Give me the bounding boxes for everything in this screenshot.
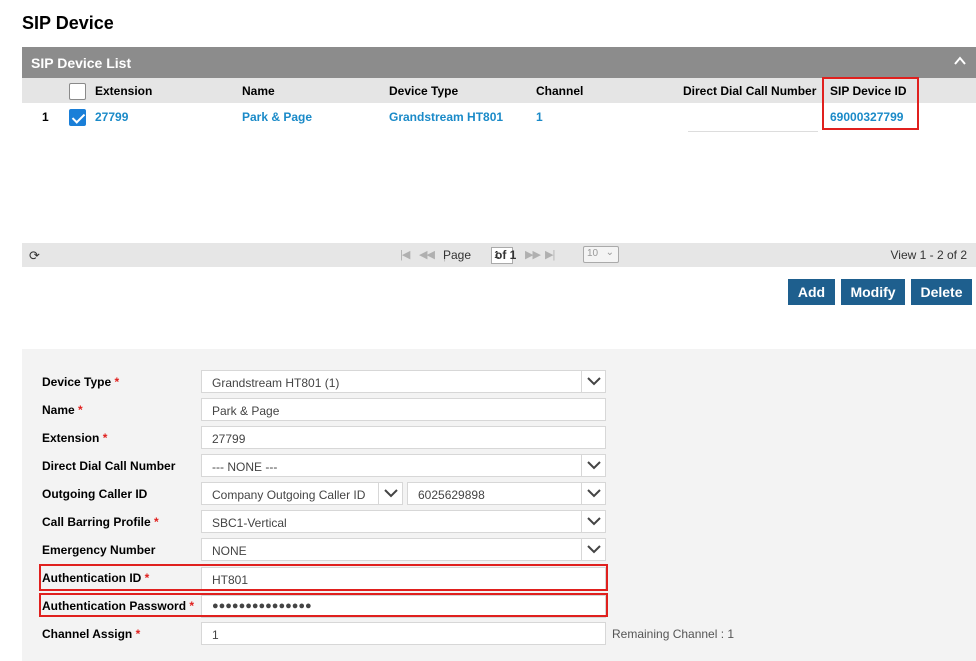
channel-assign-field[interactable]: 1 bbox=[201, 622, 606, 645]
col-direct-dial[interactable]: Direct Dial Call Number bbox=[683, 84, 816, 98]
chevron-down-icon bbox=[581, 455, 605, 476]
remaining-channel-text: Remaining Channel : 1 bbox=[612, 627, 735, 641]
page-title: SIP Device bbox=[22, 13, 114, 33]
page-count: of 1 bbox=[495, 248, 517, 262]
emergency-number-select[interactable]: NONE bbox=[201, 538, 606, 561]
cell-extension[interactable]: 27799 bbox=[95, 110, 128, 124]
cell-name[interactable]: Park & Page bbox=[242, 110, 312, 124]
col-device-type[interactable]: Device Type bbox=[389, 84, 458, 98]
prev-page-icon[interactable]: ◀◀ bbox=[419, 248, 435, 261]
page-label: Page bbox=[443, 248, 472, 262]
device-type-select[interactable]: Grandstream HT801 (1) bbox=[201, 370, 606, 393]
refresh-icon[interactable]: ⟳ bbox=[29, 248, 40, 264]
grid-titlebar: SIP Device List bbox=[22, 47, 976, 78]
emergency-number-label: Emergency Number bbox=[42, 543, 156, 557]
modify-button[interactable]: Modify bbox=[841, 279, 905, 305]
rows-per-page-select[interactable]: 10 ⌄ bbox=[583, 246, 619, 263]
device-type-value: Grandstream HT801 (1) bbox=[212, 376, 340, 390]
call-barring-value: SBC1-Vertical bbox=[212, 516, 287, 530]
auth-id-highlight bbox=[39, 564, 608, 591]
col-extension[interactable]: Extension bbox=[95, 84, 152, 98]
row-checkbox[interactable] bbox=[69, 109, 86, 126]
outgoing-caller-id-type-value: Company Outgoing Caller ID bbox=[212, 488, 366, 502]
first-page-icon[interactable]: |◀ bbox=[400, 248, 410, 261]
sip-device-id-highlight bbox=[822, 77, 919, 130]
col-channel[interactable]: Channel bbox=[536, 84, 583, 98]
select-all-checkbox[interactable] bbox=[69, 83, 86, 100]
chevron-down-icon: ⌄ bbox=[605, 247, 614, 258]
cell-channel[interactable]: 1 bbox=[536, 110, 543, 124]
extension-value: 27799 bbox=[212, 432, 246, 446]
chevron-down-icon bbox=[581, 483, 605, 504]
channel-assign-value: 1 bbox=[212, 628, 219, 642]
cell-device-type[interactable]: Grandstream HT801 bbox=[389, 110, 503, 124]
direct-dial-label: Direct Dial Call Number bbox=[42, 459, 176, 473]
grid-pager: ⟳ |◀ ◀◀ | Page of 1 ▶▶ ▶| 10 ⌄ View 1 - … bbox=[22, 243, 976, 267]
row-divider bbox=[688, 131, 818, 132]
col-name[interactable]: Name bbox=[242, 84, 275, 98]
name-field[interactable]: Park & Page bbox=[201, 398, 606, 421]
chevron-up-icon[interactable] bbox=[954, 55, 966, 67]
grid-title: SIP Device List bbox=[31, 55, 132, 71]
add-button[interactable]: Add bbox=[788, 279, 835, 305]
name-value: Park & Page bbox=[212, 404, 280, 418]
extension-field[interactable]: 27799 bbox=[201, 426, 606, 449]
next-page-icon[interactable]: ▶▶ bbox=[525, 248, 541, 261]
extension-label: Extension * bbox=[42, 431, 108, 445]
last-page-icon[interactable]: ▶| bbox=[545, 248, 555, 261]
chevron-down-icon bbox=[581, 511, 605, 532]
device-type-label: Device Type * bbox=[42, 375, 120, 389]
direct-dial-value: --- NONE --- bbox=[212, 460, 278, 474]
view-records-text: View 1 - 2 of 2 bbox=[890, 248, 968, 262]
outgoing-caller-id-number-select[interactable]: 6025629898 bbox=[407, 482, 606, 505]
row-index: 1 bbox=[42, 110, 49, 124]
chevron-down-icon bbox=[581, 371, 605, 392]
call-barring-label: Call Barring Profile * bbox=[42, 515, 159, 529]
auth-password-highlight bbox=[39, 593, 608, 617]
outgoing-caller-id-type-select[interactable]: Company Outgoing Caller ID bbox=[201, 482, 403, 505]
rows-per-page-value: 10 bbox=[587, 248, 599, 259]
direct-dial-select[interactable]: --- NONE --- bbox=[201, 454, 606, 477]
emergency-number-value: NONE bbox=[212, 544, 247, 558]
call-barring-select[interactable]: SBC1-Vertical bbox=[201, 510, 606, 533]
outgoing-caller-id-label: Outgoing Caller ID bbox=[42, 487, 148, 501]
name-label: Name * bbox=[42, 403, 83, 417]
delete-button[interactable]: Delete bbox=[911, 279, 972, 305]
outgoing-caller-id-number-value: 6025629898 bbox=[418, 488, 485, 502]
channel-assign-label: Channel Assign * bbox=[42, 627, 141, 641]
chevron-down-icon bbox=[378, 483, 402, 504]
chevron-down-icon bbox=[581, 539, 605, 560]
